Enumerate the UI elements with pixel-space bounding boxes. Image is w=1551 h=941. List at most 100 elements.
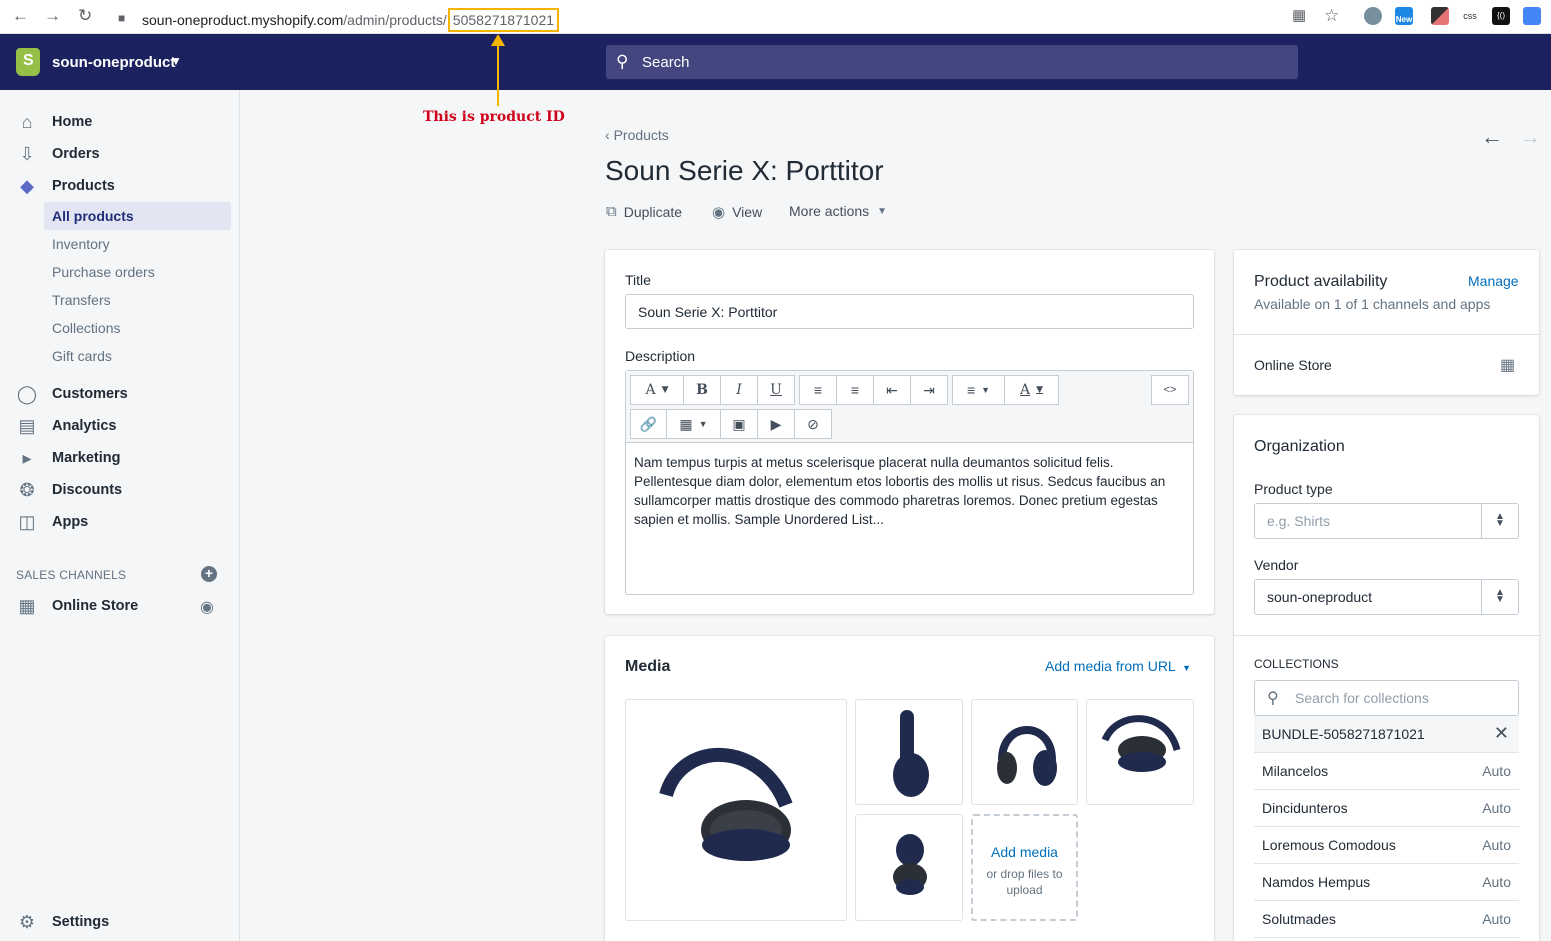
breadcrumb[interactable]: ‹ Products xyxy=(605,127,669,143)
sidebar-item-home[interactable]: ⌂ Home xyxy=(16,110,93,134)
lock-icon: ■ xyxy=(118,11,126,25)
numbered-list-button[interactable]: ≡ xyxy=(836,375,874,405)
sidebar-item-marketing[interactable]: ▸ Marketing xyxy=(16,446,120,470)
sidebar-sub-inventory[interactable]: Inventory xyxy=(52,236,110,252)
html-source-button[interactable]: <> xyxy=(1151,375,1189,405)
sidebar-sub-transfers[interactable]: Transfers xyxy=(52,292,111,308)
organization-heading: Organization xyxy=(1254,438,1345,455)
sidebar-sub-all-products[interactable]: All products xyxy=(52,208,134,224)
align-left-icon: ≡ xyxy=(966,382,976,398)
bold-button[interactable]: B xyxy=(683,375,721,405)
add-media-dropzone[interactable]: Add media or drop files to upload xyxy=(971,814,1078,921)
link-icon: 🔗 xyxy=(639,415,658,432)
collection-row[interactable]: Solutmades Auto xyxy=(1254,901,1519,938)
font-style-button[interactable]: A ▼ xyxy=(630,375,684,405)
vendor-input[interactable]: soun-oneproduct xyxy=(1254,579,1519,615)
media-thumbnail-4[interactable] xyxy=(1086,699,1194,805)
headphones-image xyxy=(659,747,793,861)
duplicate-icon: ⧉ xyxy=(606,203,617,220)
sidebar-sub-collections[interactable]: Collections xyxy=(52,320,120,336)
sidebar-sub-purchase-orders[interactable]: Purchase orders xyxy=(52,264,155,280)
translate-icon[interactable]: ▦ xyxy=(1292,7,1306,25)
next-product-arrow-icon[interactable]: → xyxy=(1519,124,1541,150)
italic-button[interactable]: I xyxy=(720,375,758,405)
search-input[interactable]: ⚲ Search xyxy=(606,45,1298,79)
indent-button[interactable]: ⇥ xyxy=(910,375,948,405)
duplicate-button[interactable]: ⧉ Duplicate xyxy=(606,203,682,220)
sidebar-sub-gift-cards[interactable]: Gift cards xyxy=(52,348,112,364)
home-icon: ⌂ xyxy=(21,111,33,132)
add-channel-plus-icon[interactable]: + xyxy=(201,566,217,582)
sidebar-item-analytics[interactable]: ▤ Analytics xyxy=(16,414,116,438)
select-arrows-icon[interactable]: ▲ ▼ xyxy=(1495,512,1505,529)
caret-down-icon: ▼ xyxy=(981,385,991,395)
store-name[interactable]: soun-oneproduct xyxy=(52,54,175,71)
css-extension-icon[interactable]: css xyxy=(1461,7,1479,25)
add-media-url-label: Add media from URL xyxy=(1045,658,1176,674)
sidebar-item-orders[interactable]: ⇩ Orders xyxy=(16,142,99,166)
media-thumbnail-5[interactable] xyxy=(855,814,963,921)
sales-channels-heading: SALES CHANNELS xyxy=(16,568,127,582)
google-translate-extension-icon[interactable] xyxy=(1523,7,1541,25)
sidebar: ⌂ Home ⇩ Orders ◆ Products All products … xyxy=(0,90,240,941)
sidebar-item-products[interactable]: ◆ Products xyxy=(16,174,115,198)
sidebar-item-online-store[interactable]: ▦ Online Store xyxy=(16,594,138,618)
previous-product-arrow-icon[interactable]: ← xyxy=(1481,124,1503,150)
manage-link[interactable]: Manage xyxy=(1468,273,1519,289)
collection-row[interactable]: Milancelos Auto xyxy=(1254,753,1519,790)
add-media-link[interactable]: Add media xyxy=(973,844,1076,860)
title-input[interactable]: Soun Serie X: Porttitor xyxy=(625,294,1194,329)
breadcrumb-label: Products xyxy=(613,127,669,143)
caret-down-icon: ▼ xyxy=(661,385,669,395)
collections-search-input[interactable]: ⚲ Search for collections xyxy=(1254,680,1519,716)
collection-row[interactable]: Namdos Hempus Auto xyxy=(1254,864,1519,901)
align-button[interactable]: ≡ ▼ xyxy=(952,375,1005,405)
text-color-button[interactable]: A ▼ xyxy=(1004,375,1059,405)
collection-row[interactable]: Dincidunteros Auto xyxy=(1254,790,1519,827)
underline-button[interactable]: U xyxy=(757,375,795,405)
chevron-left-icon: ‹ xyxy=(605,127,610,143)
view-button[interactable]: ◉ View xyxy=(712,203,762,221)
product-type-placeholder: e.g. Shirts xyxy=(1267,513,1331,529)
sidebar-item-settings[interactable]: ⚙ Settings xyxy=(16,910,109,934)
calendar-icon[interactable]: ▦ xyxy=(1500,355,1515,375)
collection-row[interactable]: Loremous Comodous Auto xyxy=(1254,827,1519,864)
eye-icon[interactable]: ◉ xyxy=(200,597,214,617)
clear-formatting-button[interactable]: ⊘ xyxy=(794,409,832,439)
media-thumbnail-3[interactable] xyxy=(971,699,1078,805)
json-extension-icon[interactable]: {() xyxy=(1492,7,1510,25)
outdent-button[interactable]: ⇤ xyxy=(873,375,911,405)
sidebar-item-discounts[interactable]: ❂ Discounts xyxy=(16,478,122,502)
insert-video-button[interactable]: ▶ xyxy=(757,409,795,439)
back-arrow-icon[interactable]: ← xyxy=(12,7,29,25)
collection-name: Dincidunteros xyxy=(1262,800,1348,816)
skype-extension-icon[interactable] xyxy=(1364,7,1382,25)
bullet-list-button[interactable]: ≡ xyxy=(799,375,837,405)
media-thumbnail-main[interactable] xyxy=(625,699,847,921)
caret-down-icon[interactable]: ▼ xyxy=(170,54,182,68)
media-thumbnail-2[interactable] xyxy=(855,699,963,805)
forward-arrow-icon[interactable]: → xyxy=(44,7,61,25)
product-type-input[interactable]: e.g. Shirts xyxy=(1254,503,1519,539)
availability-summary: Available on 1 of 1 channels and apps xyxy=(1254,296,1491,312)
headphones-image xyxy=(893,710,929,797)
remove-collection-icon[interactable]: ✕ xyxy=(1494,723,1509,744)
description-text[interactable]: Nam tempus turpis at metus scelerisque p… xyxy=(634,453,1186,529)
address-bar[interactable]: soun-oneproduct.myshopify.com/admin/prod… xyxy=(142,8,560,32)
add-media-from-url-button[interactable]: Add media from URL ▼ xyxy=(1045,658,1191,674)
table-button[interactable]: ▦ ▼ xyxy=(666,409,721,439)
star-bookmark-icon[interactable]: ☆ xyxy=(1324,7,1339,25)
divider xyxy=(1234,334,1539,335)
eyedropper-extension-icon[interactable] xyxy=(1431,7,1449,25)
select-arrows-icon[interactable]: ▲ ▼ xyxy=(1495,588,1505,605)
link-button[interactable]: 🔗 xyxy=(630,409,667,439)
insert-image-button[interactable]: ▣ xyxy=(720,409,758,439)
reload-icon[interactable]: ↻ xyxy=(78,7,92,25)
new-extension-icon[interactable]: New xyxy=(1395,7,1413,25)
sidebar-item-customers[interactable]: ◯ Customers xyxy=(16,382,128,406)
sidebar-item-apps[interactable]: ◫ Apps xyxy=(16,510,88,534)
url-host: soun-oneproduct.myshopify.com xyxy=(142,12,344,28)
more-actions-button[interactable]: More actions ▼ xyxy=(789,203,887,219)
indent-icon: ⇥ xyxy=(923,381,935,398)
store-icon: ▦ xyxy=(18,595,36,616)
